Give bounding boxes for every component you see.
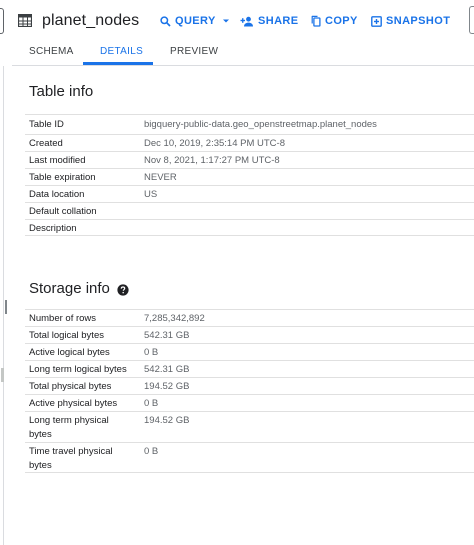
row-key: Long term logical bytes bbox=[29, 364, 127, 375]
row-value: 542.31 GB bbox=[144, 364, 190, 375]
row-value: NEVER bbox=[144, 172, 177, 183]
caret-down-icon bbox=[222, 19, 229, 23]
row-key-line: bytes bbox=[29, 429, 52, 440]
table-row: Long term physical bytes 194.52 GB bbox=[25, 411, 474, 442]
snapshot-icon bbox=[371, 15, 382, 27]
table-row: Active physical bytes 0 B bbox=[25, 394, 474, 411]
row-key: Table expiration bbox=[29, 172, 96, 183]
row-value: 0 B bbox=[144, 446, 159, 457]
row-value: Nov 8, 2021, 1:17:27 PM UTC-8 bbox=[144, 155, 280, 166]
table-info-table: Table ID bigquery-public-data.geo_openst… bbox=[25, 114, 474, 236]
storage-info-table: Number of rows 7,285,342,892 Total logic… bbox=[25, 309, 474, 473]
person-add-icon bbox=[240, 16, 253, 26]
toolbar: planet_nodes QUERY SHARE COPY SNAPSHOT bbox=[12, 0, 474, 42]
tab-schema[interactable]: SCHEMA bbox=[29, 46, 74, 57]
table-row: Table ID bigquery-public-data.geo_openst… bbox=[25, 114, 474, 134]
query-button-label: QUERY bbox=[175, 15, 216, 27]
row-key: Time travel physical bytes bbox=[25, 445, 144, 472]
row-key: Number of rows bbox=[29, 313, 97, 324]
left-panel-divider bbox=[3, 66, 4, 545]
row-key: Active logical bytes bbox=[29, 347, 110, 358]
snapshot-button[interactable]: SNAPSHOT bbox=[371, 15, 450, 27]
table-row: Description bbox=[25, 219, 474, 236]
row-key-line: Time travel physical bbox=[29, 446, 113, 457]
row-value: 7,285,342,892 bbox=[144, 313, 205, 324]
row-key: Last modified bbox=[29, 155, 86, 166]
row-value: 0 B bbox=[144, 398, 159, 409]
row-key-line: bytes bbox=[29, 460, 52, 471]
help-circle-icon[interactable] bbox=[117, 284, 129, 296]
row-key: Default collation bbox=[29, 206, 97, 217]
row-value: Dec 10, 2019, 2:35:14 PM UTC-8 bbox=[144, 138, 285, 149]
table-row: Active logical bytes 0 B bbox=[25, 343, 474, 360]
row-key: Total physical bytes bbox=[29, 381, 112, 392]
left-panel-scroll-indicator bbox=[1, 368, 4, 382]
copy-button-label: COPY bbox=[325, 15, 358, 27]
row-value: bigquery-public-data.geo_openstreetmap.p… bbox=[144, 119, 377, 130]
table-grid-icon bbox=[18, 14, 32, 27]
table-row: Data location US bbox=[25, 185, 474, 202]
tab-details[interactable]: DETAILS bbox=[100, 46, 143, 57]
table-row: Table expiration NEVER bbox=[25, 168, 474, 185]
panel-resize-handle[interactable] bbox=[5, 300, 7, 314]
share-button[interactable]: SHARE bbox=[240, 15, 299, 27]
search-icon bbox=[160, 15, 171, 27]
row-value: US bbox=[144, 189, 158, 200]
active-tab-indicator bbox=[83, 62, 153, 65]
row-value: 194.52 GB bbox=[144, 415, 190, 426]
row-value: 542.31 GB bbox=[144, 330, 190, 341]
tab-preview[interactable]: PREVIEW bbox=[170, 46, 218, 57]
table-row: Last modified Nov 8, 2021, 1:17:27 PM UT… bbox=[25, 151, 474, 168]
row-key: Long term physical bytes bbox=[25, 414, 144, 442]
row-key: Table ID bbox=[29, 119, 64, 130]
row-key: Active physical bytes bbox=[29, 398, 118, 409]
row-key: Created bbox=[29, 138, 63, 149]
query-button[interactable]: QUERY bbox=[160, 15, 236, 27]
copy-button[interactable]: COPY bbox=[310, 15, 358, 27]
row-value: 0 B bbox=[144, 347, 159, 358]
left-panel-collapse-handle[interactable] bbox=[0, 8, 4, 34]
row-key: Total logical bytes bbox=[29, 330, 104, 341]
row-key: Description bbox=[29, 223, 77, 234]
row-key: Data location bbox=[29, 189, 85, 200]
table-row: Default collation bbox=[25, 202, 474, 219]
copy-icon bbox=[311, 15, 321, 27]
page-title: planet_nodes bbox=[42, 12, 140, 29]
table-row: Time travel physical bytes 0 B bbox=[25, 442, 474, 473]
table-row: Number of rows 7,285,342,892 bbox=[25, 309, 474, 326]
table-row: Total physical bytes 194.52 GB bbox=[25, 377, 474, 394]
left-panel-edge bbox=[0, 0, 12, 545]
table-info-heading: Table info bbox=[29, 83, 94, 100]
tab-bar: SCHEMA DETAILS PREVIEW bbox=[12, 42, 474, 66]
row-value: 194.52 GB bbox=[144, 381, 190, 392]
snapshot-button-label: SNAPSHOT bbox=[386, 15, 451, 27]
share-button-label: SHARE bbox=[258, 15, 299, 27]
table-row: Long term logical bytes 542.31 GB bbox=[25, 360, 474, 377]
row-key-line: Long term physical bbox=[29, 415, 109, 426]
table-row: Created Dec 10, 2019, 2:35:14 PM UTC-8 bbox=[25, 134, 474, 151]
storage-info-heading: Storage info bbox=[29, 280, 110, 297]
right-panel-edge[interactable] bbox=[469, 6, 474, 34]
table-row: Total logical bytes 542.31 GB bbox=[25, 326, 474, 343]
